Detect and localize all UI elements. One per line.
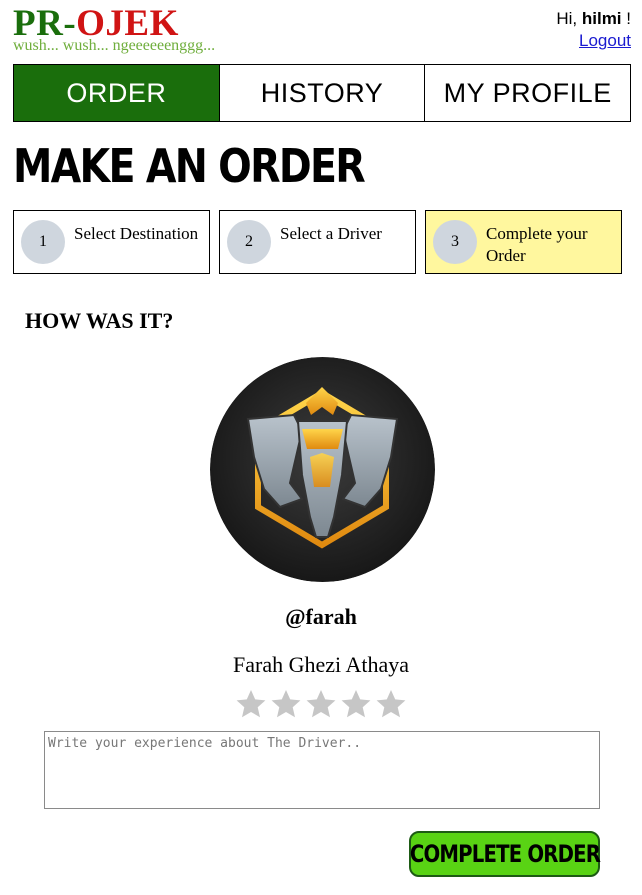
star-icon-1[interactable] (235, 688, 267, 720)
order-steps: 1 Select Destination 2 Select a Driver 3… (13, 210, 622, 274)
user-greeting: Hi, hilmi ! (556, 8, 631, 30)
driver-username: @farah (285, 604, 357, 629)
step-select-driver: 2 Select a Driver (219, 210, 416, 274)
step-label: Select Destination (74, 224, 199, 243)
greeting-suffix: ! (626, 9, 631, 28)
tagline: wush... wush... ngeeeeeenggg... (13, 37, 216, 54)
step-number-badge: 1 (21, 220, 65, 264)
rating-heading: HOW WAS IT? (25, 308, 174, 333)
user-panel: Hi, hilmi ! Logout (556, 8, 631, 52)
step-label: Select a Driver (280, 224, 382, 243)
header: PR-OJEK wush... wush... ngeeeeeenggg... … (13, 4, 631, 62)
tab-order[interactable]: ORDER (13, 64, 220, 122)
elephant-logo-icon (210, 357, 435, 582)
step-number-badge: 2 (227, 220, 271, 264)
greeting-text: Hi, (556, 9, 578, 28)
step-complete-order: 3 Complete your Order (425, 210, 622, 274)
step-label: Complete your Order (486, 224, 588, 265)
star-icon-5[interactable] (375, 688, 407, 720)
complete-order-label: COMPLETE ORDER (409, 840, 600, 868)
star-icon-3[interactable] (305, 688, 337, 720)
feedback-textarea[interactable] (44, 731, 600, 809)
page-title: MAKE AN ORDER (13, 139, 366, 193)
star-rating (235, 688, 407, 720)
complete-order-button[interactable]: COMPLETE ORDER (409, 831, 600, 877)
tab-my-profile[interactable]: MY PROFILE (424, 64, 632, 122)
tab-history[interactable]: HISTORY (218, 64, 426, 122)
star-icon-2[interactable] (270, 688, 302, 720)
username-text: hilmi (581, 9, 622, 28)
main-nav: ORDER HISTORY MY PROFILE (13, 64, 632, 122)
logout-link[interactable]: Logout (579, 30, 631, 52)
star-icon-4[interactable] (340, 688, 372, 720)
step-number-badge: 3 (433, 220, 477, 264)
step-select-destination: 1 Select Destination (13, 210, 210, 274)
driver-avatar (210, 357, 435, 582)
driver-fullname: Farah Ghezi Athaya (233, 652, 409, 677)
